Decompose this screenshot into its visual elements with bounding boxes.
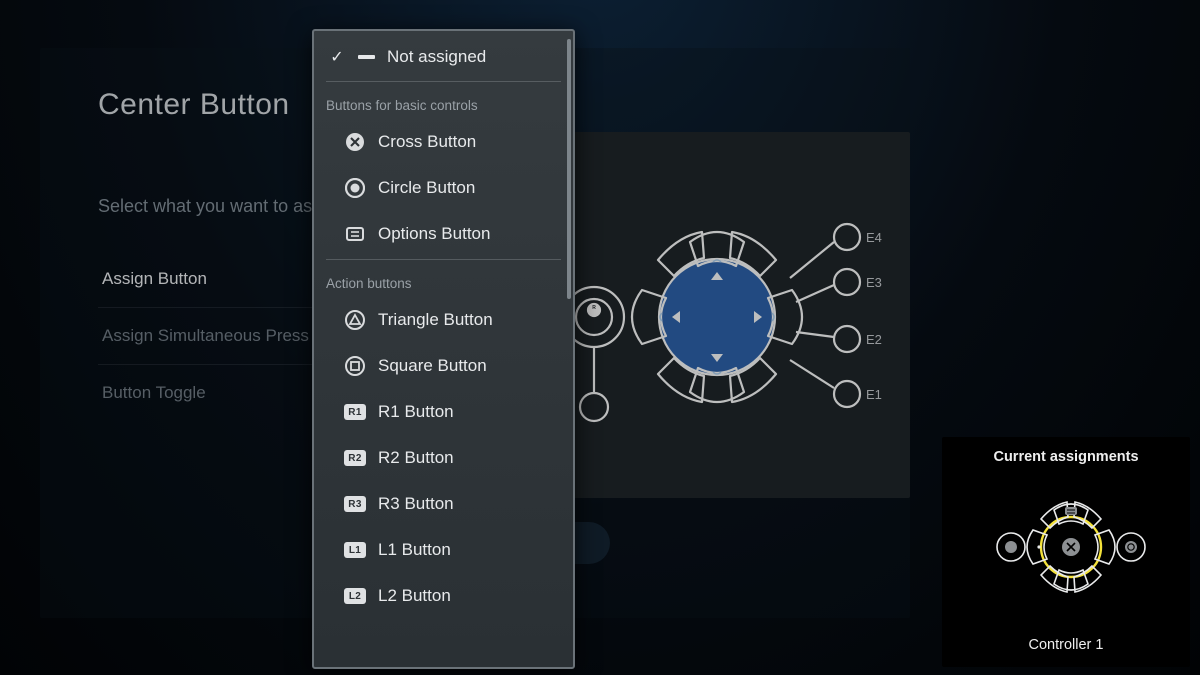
option-options[interactable]: Options Button — [314, 211, 573, 257]
option-cross[interactable]: Cross Button — [314, 119, 573, 165]
separator — [326, 81, 561, 82]
option-square[interactable]: Square Button — [314, 343, 573, 389]
l2-badge-icon: L2 — [344, 585, 366, 607]
option-label: Square Button — [378, 356, 559, 376]
menu-button-toggle[interactable]: Button Toggle — [98, 365, 328, 421]
separator — [326, 259, 561, 260]
option-not-assigned[interactable]: ✓ Not assigned — [314, 35, 573, 79]
assign-dropdown[interactable]: ✓ Not assigned Buttons for basic control… — [312, 29, 575, 669]
current-assignments-card: Current assignments — [942, 437, 1190, 667]
scrollbar[interactable] — [567, 39, 571, 299]
option-label: L2 Button — [378, 586, 559, 606]
option-label: R2 Button — [378, 448, 559, 468]
mini-controller-diagram — [971, 475, 1161, 615]
mini-title: Current assignments — [993, 449, 1138, 465]
side-menu: Assign Button Assign Simultaneous Press … — [98, 251, 328, 421]
option-r3[interactable]: R3 R3 Button — [314, 481, 573, 527]
svg-text:R: R — [592, 305, 596, 311]
option-l2[interactable]: L2 L2 Button — [314, 573, 573, 619]
menu-assign-simultaneous[interactable]: Assign Simultaneous Press — [98, 308, 328, 365]
ext-label-e4: E4 — [866, 230, 882, 245]
ext-label-e1: E1 — [866, 387, 882, 402]
group-action-buttons: Action buttons — [314, 262, 573, 297]
circle-icon — [344, 177, 366, 199]
option-label: R3 Button — [378, 494, 559, 514]
option-label: Cross Button — [378, 132, 559, 152]
option-r2[interactable]: R2 R2 Button — [314, 435, 573, 481]
option-r1[interactable]: R1 R1 Button — [314, 389, 573, 435]
group-basic-controls: Buttons for basic controls — [314, 84, 573, 119]
mini-footer: Controller 1 — [1029, 637, 1104, 659]
r1-badge-icon: R1 — [344, 401, 366, 423]
option-label: Circle Button — [378, 178, 559, 198]
option-label: L1 Button — [378, 540, 559, 560]
option-label: Triangle Button — [378, 310, 559, 330]
options-icon — [344, 223, 366, 245]
menu-assign-button[interactable]: Assign Button — [98, 251, 328, 308]
ext-label-e2: E2 — [866, 332, 882, 347]
r3-badge-icon: R3 — [344, 493, 366, 515]
r2-badge-icon: R2 — [344, 447, 366, 469]
dash-icon — [358, 55, 375, 59]
check-icon: ✓ — [328, 47, 346, 67]
option-triangle[interactable]: Triangle Button — [314, 297, 573, 343]
ext-label-e3: E3 — [866, 275, 882, 290]
option-label: Not assigned — [387, 47, 559, 67]
option-l1[interactable]: L1 L1 Button — [314, 527, 573, 573]
option-circle[interactable]: Circle Button — [314, 165, 573, 211]
triangle-icon — [344, 309, 366, 331]
controller-diagram: R — [572, 182, 882, 452]
l1-badge-icon: L1 — [344, 539, 366, 561]
option-label: Options Button — [378, 224, 559, 244]
square-icon — [344, 355, 366, 377]
cross-icon — [344, 131, 366, 153]
option-label: R1 Button — [378, 402, 559, 422]
